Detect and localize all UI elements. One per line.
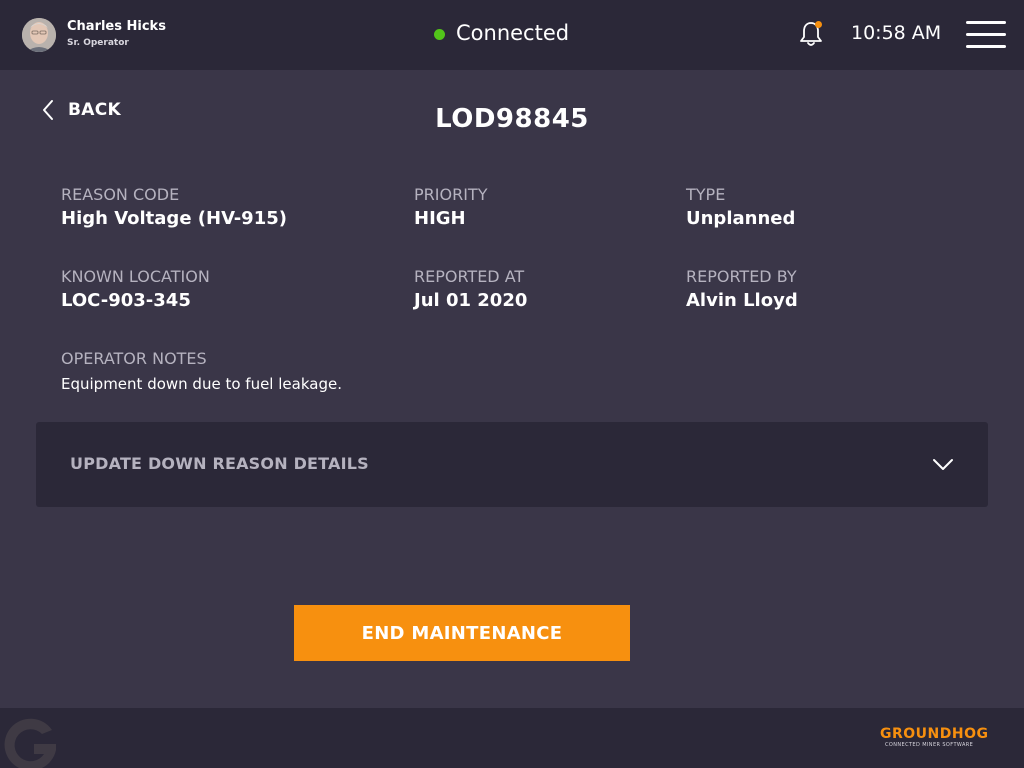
brand-name: GROUNDHOG <box>880 726 989 742</box>
user-avatar[interactable] <box>22 18 56 52</box>
update-down-reason-accordion[interactable]: UPDATE DOWN REASON DETAILS <box>36 422 988 507</box>
connection-status-dot <box>434 29 445 40</box>
reason-code-value: High Voltage (HV-915) <box>61 208 287 229</box>
groundhog-g-logo-icon <box>4 718 56 768</box>
type-value: Unplanned <box>686 208 796 229</box>
reported-at-value: Jul 01 2020 <box>414 290 528 311</box>
reported-by-value: Alvin Lloyd <box>686 290 798 311</box>
clock: 10:58 AM <box>851 22 942 44</box>
priority-value: HIGH <box>414 208 466 229</box>
notification-badge <box>815 21 822 28</box>
page-title: LOD98845 <box>435 104 589 134</box>
hamburger-menu-icon[interactable] <box>964 19 1008 51</box>
user-role: Sr. Operator <box>67 38 129 48</box>
known-location-value: LOC-903-345 <box>61 290 191 311</box>
back-button[interactable]: BACK <box>40 96 121 124</box>
type-label: TYPE <box>686 185 726 204</box>
brand-tagline: CONNECTED MINER SOFTWARE <box>885 742 974 748</box>
footer: GROUNDHOG CONNECTED MINER SOFTWARE <box>0 708 1024 768</box>
user-name: Charles Hicks <box>67 19 166 34</box>
operator-notes-value: Equipment down due to fuel leakage. <box>61 375 342 393</box>
top-bar: Charles Hicks Sr. Operator Connected 10:… <box>0 0 1024 70</box>
accordion-label: UPDATE DOWN REASON DETAILS <box>70 454 369 473</box>
reported-at-label: REPORTED AT <box>414 267 525 286</box>
back-label: BACK <box>68 100 121 120</box>
priority-label: PRIORITY <box>414 185 488 204</box>
operator-notes-label: OPERATOR NOTES <box>61 349 207 368</box>
chevron-down-icon <box>933 459 953 470</box>
chevron-left-icon <box>43 100 53 120</box>
user-photo-icon <box>22 18 56 52</box>
reported-by-label: REPORTED BY <box>686 267 797 286</box>
connection-status: Connected <box>456 21 570 45</box>
end-maintenance-button[interactable]: END MAINTENANCE <box>294 605 630 661</box>
known-location-label: KNOWN LOCATION <box>61 267 210 286</box>
reason-code-label: REASON CODE <box>61 185 180 204</box>
